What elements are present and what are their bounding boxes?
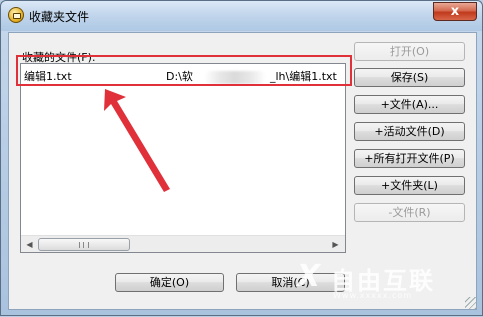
- resize-grip-icon[interactable]: [465, 297, 477, 309]
- dialog-window: 收藏夹文件 x 收藏的文件(F): 编辑1.txt D:\软 _lh\编辑1.t…: [0, 0, 483, 316]
- watermark-url: Www.xxxxx.com: [333, 291, 413, 300]
- watermark: X 自由互联 Www.xxxxx.com: [297, 259, 477, 305]
- watermark-logo-icon: X: [297, 259, 321, 294]
